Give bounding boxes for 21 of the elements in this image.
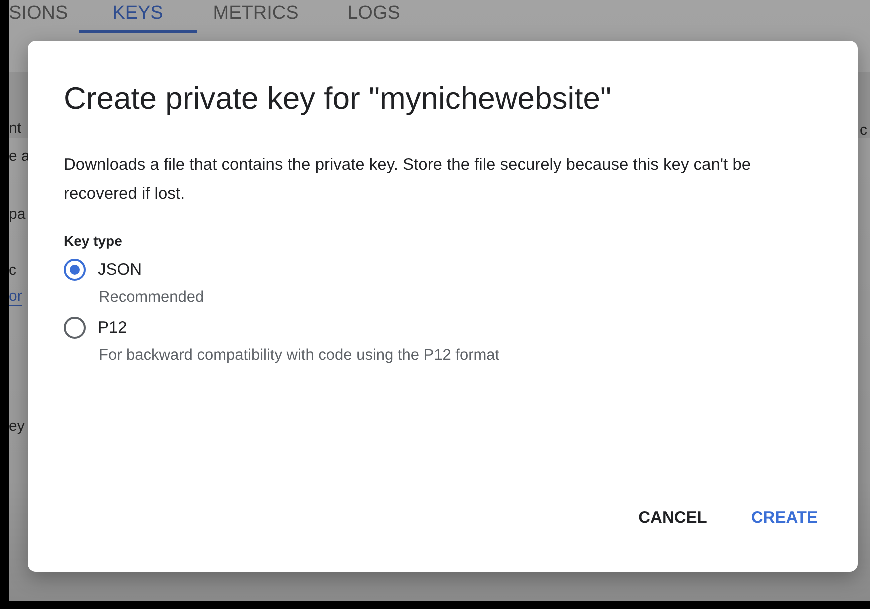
background-text: ey [9,418,25,435]
tab[interactable]: METRICS [197,0,315,33]
option-label[interactable]: JSON [98,260,142,280]
dialog-title: Create private key for "mynichewebsite" [64,80,613,118]
option-hint: Recommended [99,289,206,307]
background-text: c [9,262,16,279]
cancel-button[interactable]: CANCEL [628,503,718,534]
option-hint: For backward compatibility with code using the P12 format [99,347,501,365]
background-text: nt [9,120,22,137]
create-button[interactable]: CREATE [741,503,828,534]
radio-button[interactable] [64,259,86,281]
option-label[interactable]: P12 [98,318,128,338]
radio-button[interactable] [64,317,86,339]
background-text: pa [9,206,26,223]
tab[interactable]: KEYS [79,0,197,33]
background-text: c [860,122,868,139]
tab[interactable]: LOGS [315,0,433,33]
key-type-label: Key type [64,233,124,249]
description-text: Downloads a file that contains the private key. Store the file securely because this key can't be recovered if lost. [64,155,752,205]
tab[interactable]: SIONS [9,0,79,33]
link-text[interactable]: or [9,288,22,306]
